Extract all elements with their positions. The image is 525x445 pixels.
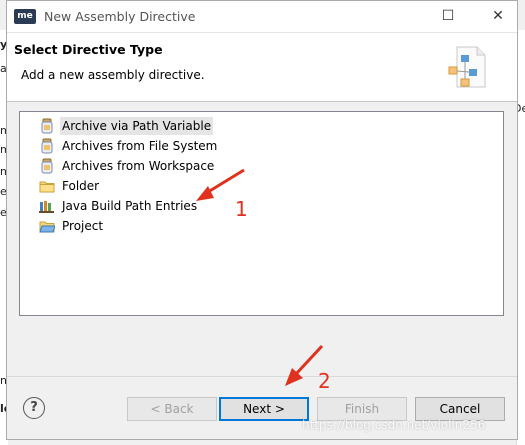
new-assembly-directive-dialog: me New Assembly Directive ☐ ✕ Select Dir…	[6, 0, 518, 440]
jar-icon	[41, 138, 53, 154]
title-bar[interactable]: me New Assembly Directive ☐ ✕	[7, 1, 517, 33]
list-item-java-build-path-entries[interactable]: Java Build Path Entries	[39, 197, 199, 215]
list-item-project[interactable]: Project	[39, 217, 105, 235]
close-icon: ✕	[492, 8, 504, 24]
jar-icon	[41, 158, 53, 174]
close-button[interactable]: ✕	[477, 1, 519, 32]
list-item-label: Folder	[62, 179, 100, 193]
list-item-label: Java Build Path Entries	[62, 199, 198, 213]
annotation-number-2: 2	[318, 369, 331, 393]
list-item-archive-via-path-variable[interactable]: Archive via Path Variable	[39, 117, 214, 135]
button-bar-separator	[7, 376, 517, 377]
list-item-label: Project	[62, 219, 104, 233]
wizard-banner-icon	[448, 46, 486, 88]
project-icon	[39, 221, 55, 233]
list-item-folder[interactable]: Folder	[39, 177, 101, 195]
next-button[interactable]: Next >	[219, 397, 309, 421]
directive-type-list[interactable]: Archive via Path Variable Archives from …	[19, 111, 504, 316]
help-button[interactable]: ?	[23, 397, 45, 419]
list-item-label: Archives from File System	[62, 139, 218, 153]
library-icon	[39, 201, 54, 213]
list-item-label: Archive via Path Variable	[60, 117, 214, 135]
watermark: https://blog.csdn.net/violin256	[302, 418, 486, 432]
list-item-archives-from-file-system[interactable]: Archives from File System	[39, 137, 219, 155]
maximize-icon: ☐	[441, 8, 455, 24]
maximize-button[interactable]: ☐	[433, 1, 463, 32]
help-icon: ?	[30, 400, 38, 415]
annotation-number-1: 1	[235, 197, 248, 221]
folder-icon	[39, 181, 55, 193]
app-icon: me	[14, 9, 36, 24]
window-title: New Assembly Directive	[44, 9, 196, 24]
back-button[interactable]: < Back	[127, 397, 217, 421]
page-description: Add a new assembly directive.	[21, 68, 205, 82]
wizard-header: Select Directive Type Add a new assembly…	[7, 33, 517, 102]
jar-icon	[41, 118, 53, 134]
list-item-label: Archives from Workspace	[62, 159, 215, 173]
list-item-archives-from-workspace[interactable]: Archives from Workspace	[39, 157, 216, 175]
page-title: Select Directive Type	[14, 42, 163, 57]
